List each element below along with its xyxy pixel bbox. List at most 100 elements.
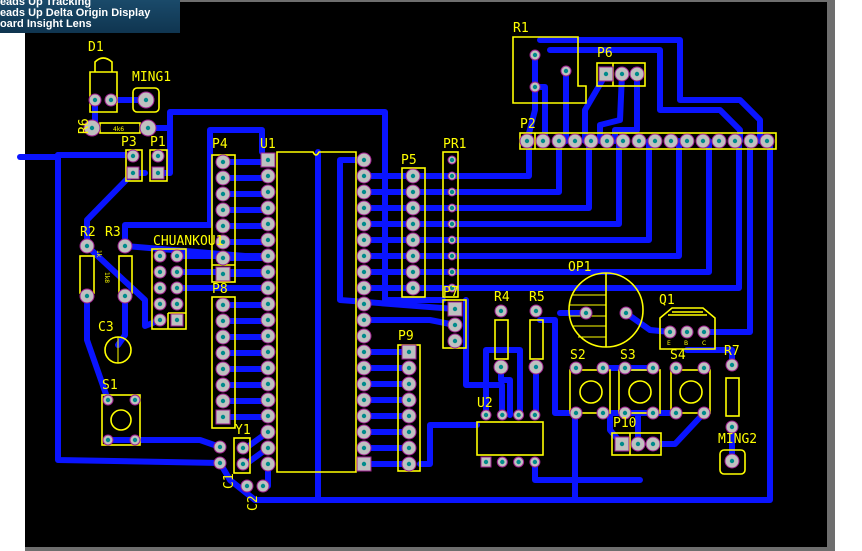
label-p9: P9 <box>398 329 414 344</box>
pad-hole <box>265 429 271 435</box>
pad-hole <box>620 138 626 144</box>
pad-hole <box>361 365 367 371</box>
pad-hole <box>361 157 367 163</box>
label-ming2: MING2 <box>718 432 757 447</box>
pad-hole <box>265 221 271 227</box>
value-r3: 1k8 <box>103 272 110 283</box>
r4-body <box>494 319 509 360</box>
trace[interactable] <box>105 437 223 450</box>
trace[interactable] <box>361 138 742 291</box>
trace[interactable] <box>417 422 480 467</box>
pad-hole <box>265 445 271 451</box>
pad-hole <box>701 365 707 371</box>
label-p2: P2 <box>520 117 536 132</box>
pad-hole <box>130 170 136 176</box>
label-p6: P6 <box>597 46 613 61</box>
pad-hole <box>600 365 606 371</box>
pad-hole <box>361 413 367 419</box>
pad-hole <box>634 71 640 77</box>
hud-line-insight-lens: Board Insight Lens <box>0 18 92 30</box>
label-s4: S4 <box>670 348 686 363</box>
label-p3: P3 <box>121 135 137 150</box>
pad-hole <box>623 310 629 316</box>
label-c2: C2 <box>246 495 261 511</box>
label-p10: P10 <box>613 416 636 431</box>
pad-hole <box>540 138 546 144</box>
pad-hole <box>483 412 489 418</box>
pad-hole <box>361 317 367 323</box>
r2-body <box>79 255 95 294</box>
pad-hole <box>157 269 163 275</box>
label-s1: S1 <box>102 378 118 393</box>
pad-hole <box>452 306 458 312</box>
pad-hole <box>260 483 266 489</box>
label-r1: R1 <box>513 21 529 36</box>
pad-hole <box>84 293 90 299</box>
pad-hole <box>673 410 679 416</box>
pad-hole <box>500 459 505 465</box>
pad-hole <box>650 410 656 416</box>
pad-hole <box>361 189 367 195</box>
r7-body <box>725 377 740 417</box>
pad-hole <box>533 364 539 370</box>
pad-hole <box>452 322 458 328</box>
pad-hole <box>572 138 578 144</box>
pad-hole <box>220 207 226 213</box>
pad-hole <box>622 410 628 416</box>
pad-hole <box>122 243 128 249</box>
pad-hole <box>240 445 246 451</box>
label-p7: P7 <box>443 285 459 300</box>
label-s2: S2 <box>570 348 586 363</box>
pad-hole <box>361 221 367 227</box>
pad-hole <box>105 437 111 443</box>
pad-hole <box>244 483 250 489</box>
pad-hole <box>532 52 538 58</box>
pad-hole <box>516 459 521 465</box>
pad-hole <box>449 205 455 211</box>
pad-hole <box>265 253 271 259</box>
pad-hole <box>265 157 271 163</box>
pad-hole <box>603 71 609 77</box>
pcb-layout[interactable]: D1 MING1 R6 4k6 P3 P1 P4 U1 P5 PR1 R1 P6… <box>0 0 862 551</box>
pad-hole <box>217 460 223 466</box>
trace[interactable] <box>55 152 223 466</box>
pad-hole <box>361 285 367 291</box>
pad-hole <box>729 458 735 464</box>
pad-hole <box>217 444 223 450</box>
pad-hole <box>220 350 226 356</box>
pad-hole <box>483 459 489 465</box>
label-p4: P4 <box>212 137 228 152</box>
pad-hole <box>452 338 458 344</box>
trace[interactable] <box>532 459 643 483</box>
pad-hole <box>361 333 367 339</box>
pad-hole <box>265 189 271 195</box>
pad-hole <box>673 365 679 371</box>
pad-hole <box>636 138 642 144</box>
pad-hole <box>700 138 706 144</box>
pad-hole <box>588 138 594 144</box>
pad-hole <box>220 223 226 229</box>
pad-hole <box>635 441 641 447</box>
trace[interactable] <box>537 37 763 144</box>
pad-hole <box>498 364 504 370</box>
pad-hole <box>265 285 271 291</box>
pad-hole <box>220 271 226 277</box>
pad-hole <box>729 362 735 368</box>
label-pr1: PR1 <box>443 137 466 152</box>
label-s3: S3 <box>620 348 636 363</box>
pad-hole <box>143 97 149 103</box>
heads-up-display: Heads Up Tracking Heads Up Delta Origin … <box>0 0 180 33</box>
pad-hole <box>265 381 271 387</box>
pad-hole <box>155 170 161 176</box>
label-d1: D1 <box>88 40 104 55</box>
pad-hole <box>92 97 98 103</box>
pad-hole <box>157 285 163 291</box>
pad-hole <box>556 138 562 144</box>
label-op1: OP1 <box>568 260 591 275</box>
pad-hole <box>265 301 271 307</box>
pad-hole <box>105 397 111 403</box>
pad-hole <box>265 269 271 275</box>
trace[interactable] <box>361 317 458 328</box>
pad-hole <box>265 413 271 419</box>
pad-hole <box>449 157 455 163</box>
